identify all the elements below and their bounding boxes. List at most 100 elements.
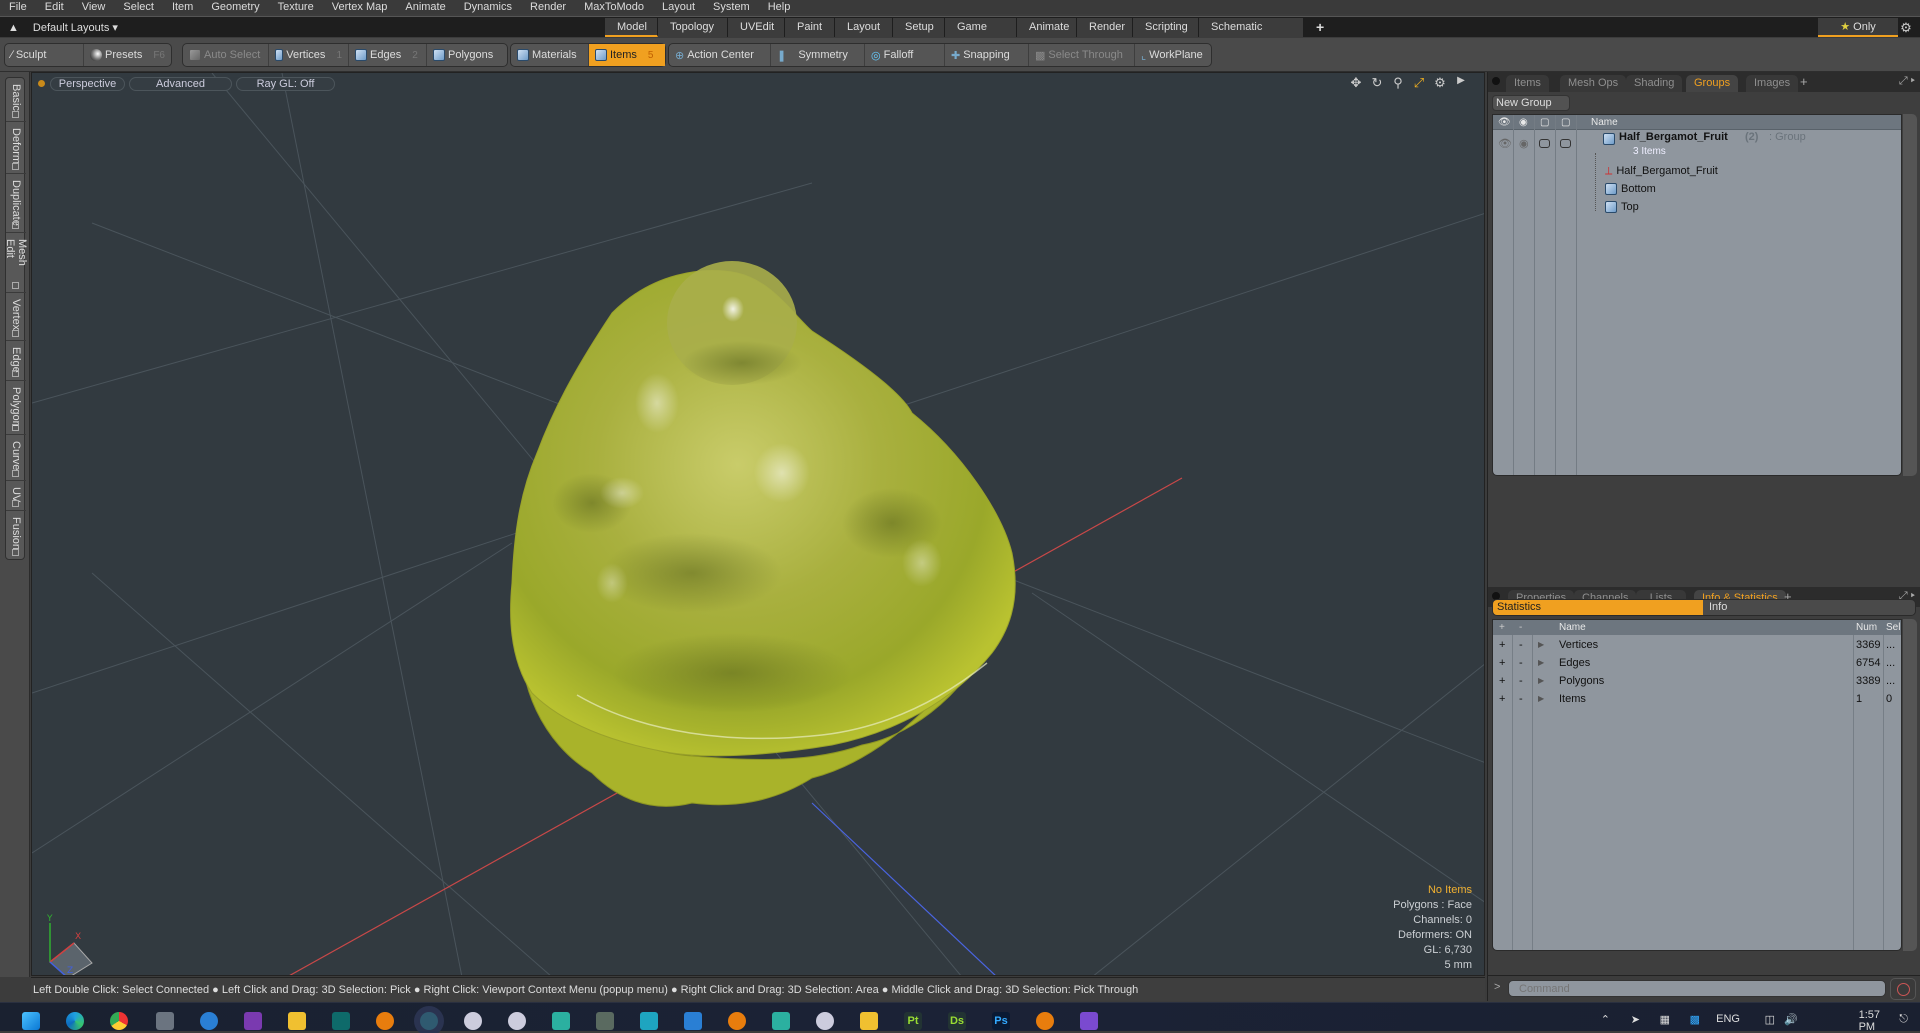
edge-browser-icon[interactable]	[66, 1012, 84, 1030]
3dsmax-icon[interactable]	[684, 1012, 702, 1030]
tab-layout[interactable]: Layout	[835, 18, 893, 37]
file-explorer-icon[interactable]	[288, 1012, 306, 1030]
tab-items[interactable]: Items	[1506, 75, 1549, 92]
remove-selection-button[interactable]: -	[1519, 654, 1523, 672]
groups-scrollbar[interactable]	[1903, 114, 1917, 476]
group-row[interactable]: 👁 ◉ Half_Bergamot_Fruit (2) : Group 3 It…	[1493, 131, 1901, 157]
3d-viewport[interactable]: Y X Z Perspective Advanced Ray GL: Off ✥…	[31, 72, 1485, 976]
items-button[interactable]: Items 5	[589, 44, 665, 66]
add-selection-button[interactable]: +	[1499, 690, 1505, 708]
select-icon[interactable]: ▢	[1561, 115, 1570, 130]
calculator-icon[interactable]	[156, 1012, 174, 1030]
remove-selection-button[interactable]: -	[1519, 690, 1523, 708]
only-toggle[interactable]: ★ Only	[1818, 18, 1898, 37]
add-selection-button[interactable]: +	[1499, 672, 1505, 690]
vtab-edge[interactable]: Edge	[6, 341, 26, 381]
menu-maxtomodo[interactable]: MaxToModo	[575, 0, 653, 14]
remove-selection-button[interactable]: -	[1519, 672, 1523, 690]
render-camera-icon[interactable]: ◉	[1519, 137, 1529, 150]
3dsmax-icon[interactable]	[332, 1012, 350, 1030]
volume-icon[interactable]: 🔊	[1784, 1013, 1798, 1026]
tab-schematic-fusion[interactable]: Schematic Fusion	[1199, 18, 1304, 52]
menu-layout[interactable]: Layout	[653, 0, 704, 14]
python-icon[interactable]	[860, 1012, 878, 1030]
info-toggle[interactable]: Info	[1703, 600, 1915, 615]
tab-topology[interactable]: Topology	[658, 18, 728, 37]
select-toggle[interactable]	[1560, 139, 1571, 148]
bergamot-fruit-model[interactable]	[510, 261, 1016, 807]
group-child-row[interactable]: Bottom	[1605, 181, 1656, 197]
view-mode-dropdown[interactable]: Perspective	[50, 77, 125, 91]
falloff-button[interactable]: ◎ Falloff	[865, 44, 945, 66]
statistics-scrollbar[interactable]	[1903, 619, 1917, 951]
expand-arrow-icon[interactable]: ▶	[1538, 636, 1544, 654]
3dsmax-icon[interactable]	[640, 1012, 658, 1030]
new-group-button[interactable]: New Group	[1492, 95, 1570, 111]
menu-texture[interactable]: Texture	[269, 0, 323, 14]
tab-scripting[interactable]: Scripting	[1133, 18, 1199, 37]
statistics-toggle[interactable]: Statistics	[1493, 600, 1703, 615]
vertices-button[interactable]: Vertices 1	[269, 44, 349, 66]
symmetry-button[interactable]: ❚ Symmetry	[771, 44, 865, 66]
collapse-all-header[interactable]: -	[1519, 620, 1522, 635]
menu-edit[interactable]: Edit	[36, 0, 73, 14]
cinema4d-icon[interactable]	[464, 1012, 482, 1030]
add-selection-button[interactable]: +	[1499, 654, 1505, 672]
visibility-eye-icon[interactable]: 👁	[1498, 115, 1511, 130]
onenote-icon[interactable]	[244, 1012, 262, 1030]
command-input[interactable]	[1508, 980, 1886, 997]
stats-row[interactable]: + - ▶ Edges 6754 ...	[1493, 654, 1901, 672]
menu-help[interactable]: Help	[759, 0, 800, 14]
shading-mode-dropdown[interactable]: Advanced	[129, 77, 232, 91]
menu-geometry[interactable]: Geometry	[202, 0, 268, 14]
tab-images[interactable]: Images	[1746, 75, 1799, 92]
chrome-icon[interactable]	[110, 1012, 128, 1030]
maya-icon[interactable]	[552, 1012, 570, 1030]
menu-dynamics[interactable]: Dynamics	[455, 0, 521, 14]
add-tab-icon[interactable]: +	[1800, 74, 1808, 89]
layout-selector[interactable]: ▲ Default Layouts ▾	[8, 17, 118, 38]
telegram-icon[interactable]: ➤	[1631, 1013, 1640, 1026]
visibility-eye-icon[interactable]: 👁	[1498, 137, 1512, 150]
substance-painter-icon[interactable]: Pt	[904, 1012, 922, 1030]
visual-studio-icon[interactable]	[1080, 1012, 1098, 1030]
menu-file[interactable]: File	[0, 0, 36, 14]
collapse-up-icon[interactable]: ▲	[8, 22, 19, 34]
tab-game-tools[interactable]: Game Tools	[945, 18, 1017, 52]
menu-select[interactable]: Select	[114, 0, 163, 14]
rotate-icon[interactable]: ↻	[1370, 75, 1384, 91]
group-child-row[interactable]: Top	[1605, 199, 1639, 215]
viewport-more-arrow-icon[interactable]: ▶	[1454, 75, 1468, 91]
stats-row[interactable]: + - ▶ Vertices 3369 ...	[1493, 636, 1901, 654]
app-icon[interactable]	[200, 1012, 218, 1030]
stats-row[interactable]: + - ▶ Polygons 3389 ...	[1493, 672, 1901, 690]
edges-button[interactable]: Edges 2	[349, 44, 427, 66]
materials-button[interactable]: Materials	[511, 44, 589, 66]
viewport-status-led-icon[interactable]	[38, 80, 45, 87]
start-icon[interactable]	[22, 1012, 40, 1030]
vtab-basic[interactable]: Basic	[6, 78, 26, 122]
cinema4d-icon[interactable]	[508, 1012, 526, 1030]
workplane-button[interactable]: ⌞ WorkPlane	[1135, 44, 1211, 66]
fit-view-icon[interactable]: ⤢	[1412, 75, 1426, 91]
xp-pen-icon[interactable]: ▦	[1660, 1013, 1670, 1026]
menu-item[interactable]: Item	[163, 0, 202, 14]
expand-panel-icon[interactable]: ⤢ ▸	[1899, 75, 1915, 88]
expand-arrow-icon[interactable]: ▶	[1538, 672, 1544, 690]
tab-paint[interactable]: Paint	[785, 18, 835, 37]
vtab-deform[interactable]: Deform	[6, 122, 26, 174]
menu-system[interactable]: System	[704, 0, 759, 14]
cinema4d-icon[interactable]	[816, 1012, 834, 1030]
gear-icon[interactable]: ⚙	[1896, 18, 1916, 37]
tab-shading[interactable]: Shading	[1626, 75, 1683, 92]
vtab-mesh-edit[interactable]: Mesh Edit	[4, 233, 28, 293]
raygl-toggle[interactable]: Ray GL: Off	[236, 77, 335, 91]
add-layout-tab-button[interactable]: +	[1304, 18, 1338, 37]
vtab-curve[interactable]: Curve	[6, 435, 26, 481]
menu-animate[interactable]: Animate	[396, 0, 454, 14]
blender-icon[interactable]	[1036, 1012, 1054, 1030]
tab-animate[interactable]: Animate	[1017, 18, 1077, 37]
group-child-row[interactable]: ⟂ Half_Bergamot_Fruit	[1605, 163, 1718, 179]
pan-icon[interactable]: ✥	[1349, 75, 1363, 91]
record-macro-icon[interactable]	[1890, 978, 1916, 1000]
